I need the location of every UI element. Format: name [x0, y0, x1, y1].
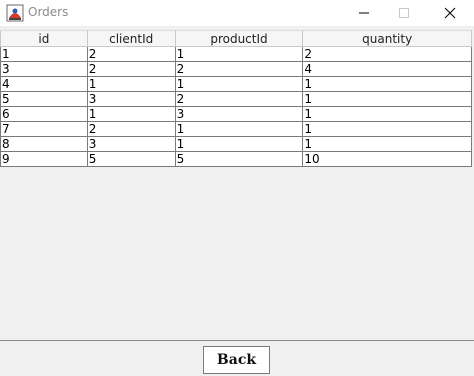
- table-row[interactable]: 7211: [0, 121, 472, 137]
- orders-table[interactable]: id clientId productId quantity 121232244…: [0, 30, 472, 167]
- table-cell[interactable]: 1: [302, 106, 472, 122]
- table-cell[interactable]: 5: [0, 91, 88, 107]
- table-cell[interactable]: 1: [174, 136, 304, 152]
- table-cell[interactable]: 2: [86, 121, 176, 137]
- column-header-id[interactable]: id: [0, 30, 88, 47]
- table-cell[interactable]: 1: [302, 136, 472, 152]
- table-cell[interactable]: 3: [86, 91, 176, 107]
- table-cell[interactable]: 5: [86, 151, 176, 167]
- table-cell[interactable]: 2: [302, 46, 472, 62]
- maximize-button[interactable]: [384, 0, 424, 26]
- table-cell[interactable]: 5: [174, 151, 304, 167]
- table-cell[interactable]: 1: [174, 76, 304, 92]
- table-row[interactable]: 3224: [0, 61, 472, 77]
- table-cell[interactable]: 1: [174, 46, 304, 62]
- table-cell[interactable]: 1: [302, 76, 472, 92]
- table-cell[interactable]: 2: [86, 46, 176, 62]
- minimize-icon: [359, 12, 369, 14]
- maximize-icon: [399, 8, 409, 18]
- table-cell[interactable]: 10: [302, 151, 472, 167]
- table-cell[interactable]: 4: [0, 76, 88, 92]
- table-cell[interactable]: 4: [302, 61, 472, 77]
- table-cell[interactable]: 9: [0, 151, 88, 167]
- title-bar[interactable]: Orders: [0, 0, 474, 26]
- table-cell[interactable]: 1: [86, 106, 176, 122]
- orders-window: Orders id clientId productId quantity 12…: [0, 0, 474, 376]
- table-cell[interactable]: 2: [174, 61, 304, 77]
- table-cell[interactable]: 2: [86, 61, 176, 77]
- table-row[interactable]: 9 5 5 10: [0, 151, 472, 167]
- table-row[interactable]: 6131: [0, 106, 472, 122]
- table-cell[interactable]: 8: [0, 136, 88, 152]
- table-cell[interactable]: 3: [86, 136, 176, 152]
- minimize-button[interactable]: [344, 0, 384, 26]
- table-cell[interactable]: 3: [174, 106, 304, 122]
- table-row[interactable]: 8311: [0, 136, 472, 152]
- table-cell[interactable]: 6: [0, 106, 88, 122]
- table-cell[interactable]: 1: [302, 121, 472, 137]
- table-cell[interactable]: 2: [174, 91, 304, 107]
- column-header-productid[interactable]: productId: [174, 30, 304, 47]
- table-row[interactable]: 4111: [0, 76, 472, 92]
- table-cell[interactable]: 1: [0, 46, 88, 62]
- back-button[interactable]: Back: [203, 346, 270, 374]
- table-cell[interactable]: 1: [174, 121, 304, 137]
- table-cell[interactable]: 7: [0, 121, 88, 137]
- footer-divider: [0, 340, 474, 341]
- table-cell[interactable]: 1: [86, 76, 176, 92]
- table-header-row: id clientId productId quantity: [0, 30, 472, 47]
- table-cell[interactable]: 3: [0, 61, 88, 77]
- table-row[interactable]: 1212: [0, 46, 472, 62]
- table-row[interactable]: 5321: [0, 91, 472, 107]
- close-icon: [444, 7, 456, 19]
- java-app-icon: [6, 4, 24, 22]
- close-button[interactable]: [430, 0, 470, 26]
- column-header-clientid[interactable]: clientId: [86, 30, 176, 47]
- table-cell[interactable]: 1: [302, 91, 472, 107]
- column-header-quantity[interactable]: quantity: [302, 30, 472, 47]
- window-title: Orders: [28, 5, 69, 19]
